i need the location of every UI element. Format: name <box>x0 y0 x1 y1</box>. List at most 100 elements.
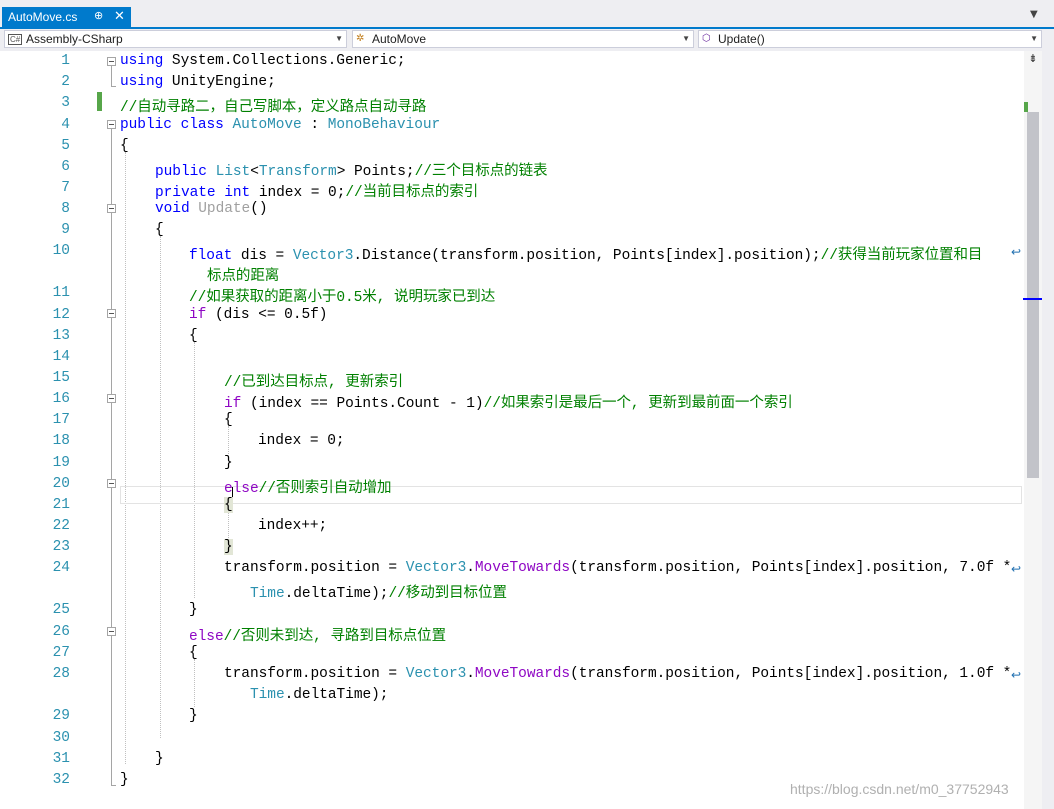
line-number: 29 <box>52 708 70 724</box>
code-line[interactable]: private int index = 0;//当前目标点的索引 <box>155 180 478 201</box>
class-dropdown[interactable]: ✲ AutoMove ▼ <box>352 30 694 48</box>
line-number: 6 <box>61 159 70 175</box>
code-line[interactable]: { <box>155 222 164 238</box>
outline-line <box>111 785 116 786</box>
line-number: 7 <box>61 180 70 196</box>
code-line[interactable]: } <box>120 772 129 788</box>
line-number: 24 <box>52 560 70 576</box>
code-line[interactable]: { <box>189 328 198 344</box>
line-number: 8 <box>61 201 70 217</box>
line-number: 1 <box>61 53 70 69</box>
project-dropdown[interactable]: C# Assembly-CSharp ▼ <box>4 30 347 48</box>
code-line[interactable]: //已到达目标点, 更新索引 <box>224 370 403 391</box>
method-icon: ⬡ <box>702 33 711 44</box>
chevron-down-icon: ▼ <box>682 34 690 43</box>
line-number: 31 <box>52 751 70 767</box>
line-number: 2 <box>61 74 70 90</box>
code-line[interactable]: Time.deltaTime); <box>250 687 388 703</box>
line-number: 14 <box>52 349 70 365</box>
word-wrap-icon: ↩ <box>1011 245 1022 259</box>
indent-guide <box>228 426 229 454</box>
line-number: 20 <box>52 476 70 492</box>
code-line[interactable]: } <box>155 751 164 767</box>
scrollbar-change-marker <box>1024 102 1028 112</box>
line-number: 9 <box>61 222 70 238</box>
code-line[interactable]: public class AutoMove : MonoBehaviour <box>120 117 440 133</box>
tab-overflow-dropdown-icon[interactable]: ▼ <box>1030 9 1038 20</box>
right-side-panel <box>1042 51 1054 809</box>
tab-automove-cs[interactable]: AutoMove.cs ⊕ ✕ <box>2 7 131 28</box>
chevron-down-icon: ▼ <box>1030 34 1038 43</box>
code-line[interactable]: Time.deltaTime);//移动到目标位置 <box>250 581 507 602</box>
member-dropdown-value: Update() <box>718 32 765 46</box>
code-line[interactable]: { <box>224 497 233 513</box>
code-line[interactable]: float dis = Vector3.Distance(transform.p… <box>189 243 982 264</box>
collapse-toggle-icon[interactable] <box>107 204 116 213</box>
line-number: 13 <box>52 328 70 344</box>
line-number: 16 <box>52 391 70 407</box>
indent-guide <box>194 659 195 707</box>
change-marker <box>97 92 102 111</box>
code-line[interactable]: transform.position = Vector3.MoveTowards… <box>224 560 1011 576</box>
code-line[interactable]: if (dis <= 0.5f) <box>189 307 327 323</box>
line-number: 4 <box>61 117 70 133</box>
code-line[interactable]: using System.Collections.Generic; <box>120 53 406 69</box>
line-number: 21 <box>52 497 70 513</box>
line-number: 32 <box>52 772 70 788</box>
collapse-toggle-icon[interactable] <box>107 309 116 318</box>
collapse-toggle-icon[interactable] <box>107 479 116 488</box>
line-number: 11 <box>52 285 70 301</box>
collapse-toggle-icon[interactable] <box>107 627 116 636</box>
line-number: 23 <box>52 539 70 555</box>
line-number: 27 <box>52 645 70 661</box>
line-number: 25 <box>52 602 70 618</box>
close-icon[interactable]: ✕ <box>114 8 125 24</box>
watermark: https://blog.csdn.net/m0_37752943 <box>790 781 1009 797</box>
code-line[interactable]: //自动寻路二，自己写脚本，定义路点自动寻路 <box>120 95 426 116</box>
code-line[interactable]: } <box>189 708 198 724</box>
collapse-toggle-icon[interactable] <box>107 394 116 403</box>
code-line[interactable]: } <box>189 602 198 618</box>
tab-strip: AutoMove.cs ⊕ ✕ ▼ <box>0 0 1054 29</box>
code-line[interactable]: if (index == Points.Count - 1)//如果索引是最后一… <box>224 391 793 412</box>
code-line[interactable]: index = 0; <box>258 433 345 449</box>
code-line[interactable]: 标点的距离 <box>207 264 279 285</box>
code-line[interactable]: else//否则未到达, 寻路到目标点位置 <box>189 624 446 645</box>
csharp-project-icon: C# <box>8 34 23 45</box>
line-number: 26 <box>52 624 70 640</box>
scrollbar-thumb[interactable] <box>1027 112 1039 478</box>
word-wrap-icon: ↩ <box>1011 668 1022 682</box>
code-line[interactable]: //如果获取的距离小于0.5米, 说明玩家已到达 <box>189 285 495 306</box>
split-window-icon[interactable]: ⇟ <box>1024 52 1042 68</box>
code-line[interactable]: using UnityEngine; <box>120 74 276 90</box>
indent-guide <box>125 152 126 764</box>
chevron-down-icon: ▼ <box>335 34 343 43</box>
scrollbar-caret-marker <box>1023 298 1042 300</box>
line-number: 10 <box>52 243 70 259</box>
code-line[interactable]: index++; <box>258 518 327 534</box>
code-line[interactable]: { <box>224 412 233 428</box>
code-line[interactable]: else//否则索引自动增加 <box>224 476 392 497</box>
code-line[interactable]: void Update() <box>155 201 268 217</box>
word-wrap-icon: ↩ <box>1011 562 1022 576</box>
collapse-toggle-icon[interactable] <box>107 57 116 66</box>
code-line[interactable]: public List<Transform> Points;//三个目标点的链表 <box>155 159 548 180</box>
outline-line <box>111 66 112 86</box>
code-line[interactable]: { <box>120 138 129 154</box>
code-line[interactable]: } <box>224 539 233 555</box>
project-dropdown-value: Assembly-CSharp <box>26 32 123 46</box>
line-number: 18 <box>52 433 70 449</box>
collapse-toggle-icon[interactable] <box>107 120 116 129</box>
pin-icon[interactable]: ⊕ <box>94 9 103 22</box>
navigation-bar: C# Assembly-CSharp ▼ ✲ AutoMove ▼ ⬡ Upda… <box>0 29 1054 51</box>
member-dropdown[interactable]: ⬡ Update() ▼ <box>698 30 1042 48</box>
code-line[interactable]: transform.position = Vector3.MoveTowards… <box>224 666 1011 682</box>
outline-line <box>111 86 116 87</box>
line-number: 3 <box>61 95 70 111</box>
line-number: 19 <box>52 455 70 471</box>
line-number: 28 <box>52 666 70 682</box>
code-line[interactable]: { <box>189 645 198 661</box>
line-number: 5 <box>61 138 70 154</box>
tab-title[interactable]: AutoMove.cs <box>8 10 77 24</box>
code-line[interactable]: } <box>224 455 233 471</box>
